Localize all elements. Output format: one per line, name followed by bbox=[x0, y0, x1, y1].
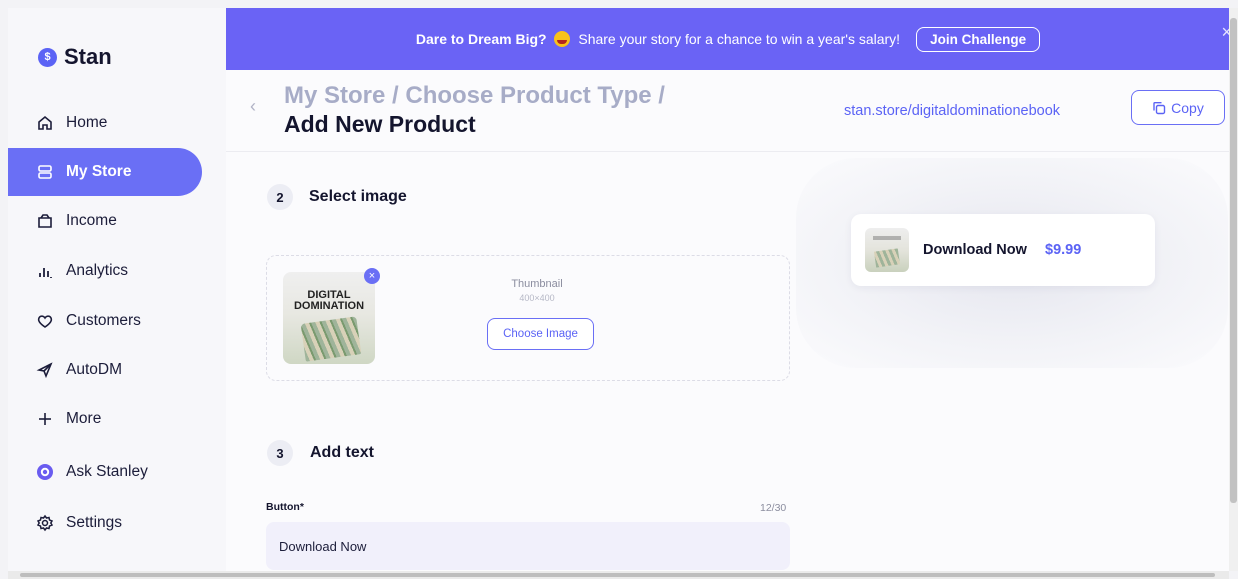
sidebar-item-label: Analytics bbox=[66, 262, 129, 279]
gear-icon bbox=[36, 514, 54, 532]
sidebar-item-label: Settings bbox=[66, 514, 123, 531]
horizontal-scrollbar-thumb[interactable] bbox=[20, 573, 1215, 577]
cash-image-icon bbox=[300, 316, 362, 362]
vertical-scrollbar[interactable] bbox=[1229, 8, 1238, 571]
thumbnail-label: Thumbnail bbox=[511, 278, 563, 290]
sidebar-item-label: More bbox=[66, 410, 102, 427]
step-number: 3 bbox=[267, 440, 293, 466]
sidebar-item-label: Home bbox=[66, 114, 108, 131]
sidebar-item-label: My Store bbox=[66, 163, 132, 180]
sidebar: $ Stan Home My Store Income Analytics Cu… bbox=[8, 8, 226, 571]
stan-logo-icon: $ bbox=[38, 47, 57, 67]
sidebar-item-home[interactable]: Home bbox=[8, 99, 202, 147]
copy-button[interactable]: Copy bbox=[1131, 90, 1225, 125]
store-icon bbox=[36, 163, 54, 181]
button-field-label: Button* bbox=[266, 501, 304, 513]
sidebar-item-analytics[interactable]: Analytics bbox=[8, 247, 202, 295]
sidebar-item-label: Ask Stanley bbox=[66, 463, 148, 480]
analytics-icon bbox=[36, 262, 54, 280]
preview-title: Download Now bbox=[923, 242, 1027, 258]
send-icon bbox=[36, 361, 54, 379]
character-count: 12/30 bbox=[760, 502, 787, 514]
vertical-scrollbar-thumb[interactable] bbox=[1230, 18, 1237, 503]
step-number: 2 bbox=[267, 184, 293, 210]
sidebar-item-my-store[interactable]: My Store bbox=[8, 148, 202, 196]
preview-thumb-title-icon bbox=[873, 236, 901, 240]
wallet-icon bbox=[36, 212, 54, 230]
heart-icon bbox=[36, 312, 54, 330]
brand-name: Stan bbox=[64, 44, 112, 69]
sidebar-item-label: Income bbox=[66, 212, 117, 229]
stanley-icon bbox=[36, 463, 54, 481]
preview-price: $9.99 bbox=[1045, 242, 1082, 258]
page-header: ‹ My Store / Choose Product Type / Add N… bbox=[226, 70, 1230, 152]
preview-thumbnail bbox=[865, 228, 909, 272]
store-url-link[interactable]: stan.store/digitaldominationebook bbox=[844, 103, 1060, 119]
sidebar-item-customers[interactable]: Customers bbox=[8, 297, 202, 345]
home-icon bbox=[36, 114, 54, 132]
product-preview-card: Download Now $9.99 bbox=[851, 214, 1155, 286]
horizontal-scrollbar[interactable] bbox=[8, 571, 1229, 579]
breadcrumb[interactable]: My Store / Choose Product Type / bbox=[284, 82, 665, 110]
thumbnail-text: DIGITAL DOMINATION bbox=[293, 289, 365, 312]
promo-banner: Dare to Dream Big? Share your story for … bbox=[226, 8, 1230, 70]
banner-headline: Dare to Dream Big? bbox=[415, 31, 547, 47]
step-title-add-text: Add text bbox=[310, 444, 374, 461]
banner-message: Share your story for a chance to win a y… bbox=[578, 31, 901, 47]
thumbnail-size: 400×400 bbox=[519, 293, 555, 303]
page-title: Add New Product bbox=[284, 111, 476, 137]
sidebar-item-settings[interactable]: Settings bbox=[8, 499, 202, 547]
cash-image-icon bbox=[874, 248, 900, 268]
brand-logo[interactable]: $ Stan bbox=[38, 44, 112, 70]
chevron-left-icon[interactable]: ‹ bbox=[250, 96, 256, 117]
sidebar-item-ask-stanley[interactable]: Ask Stanley bbox=[8, 448, 202, 496]
sidebar-item-autodm[interactable]: AutoDM bbox=[8, 346, 202, 394]
heart-eyes-emoji-icon bbox=[554, 31, 571, 47]
step-title-select-image: Select image bbox=[309, 188, 407, 205]
sidebar-item-label: AutoDM bbox=[66, 361, 122, 378]
sidebar-item-more[interactable]: More bbox=[8, 395, 202, 443]
sidebar-item-income[interactable]: Income bbox=[8, 197, 202, 245]
plus-icon bbox=[36, 410, 54, 428]
main-content: Dare to Dream Big? Share your story for … bbox=[226, 8, 1230, 571]
button-text-input[interactable] bbox=[266, 522, 790, 570]
product-thumbnail: DIGITAL DOMINATION bbox=[283, 272, 375, 364]
copy-icon bbox=[1153, 101, 1166, 114]
remove-image-button[interactable]: × bbox=[364, 268, 380, 284]
image-upload-area[interactable]: DIGITAL DOMINATION × Thumbnail 400×400 C… bbox=[266, 255, 790, 381]
sidebar-item-label: Customers bbox=[66, 312, 141, 329]
join-challenge-button[interactable]: Join Challenge bbox=[916, 26, 1041, 52]
copy-button-label: Copy bbox=[1171, 99, 1204, 116]
banner-text: Dare to Dream Big? Share your story for … bbox=[416, 31, 900, 47]
choose-image-button[interactable]: Choose Image bbox=[487, 318, 594, 350]
